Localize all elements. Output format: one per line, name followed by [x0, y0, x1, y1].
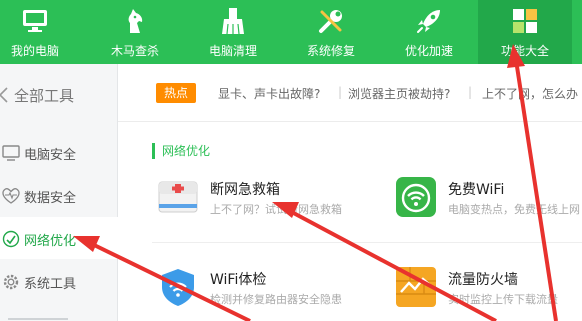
tool-description: 上不了网？试试断网急救箱 [210, 203, 342, 216]
tool-wifi-check[interactable]: WiFi体检 检测并修复路由器安全隐患 [158, 267, 378, 317]
sidebar-all-label: 全部工具 [14, 87, 75, 105]
nav-my-computer[interactable]: 我的电脑 [0, 0, 70, 64]
hot-link[interactable]: 上不了网，怎么办 [482, 85, 578, 102]
tool-name: 流量防火墙 [448, 272, 518, 288]
monitor-icon [2, 145, 20, 161]
wrench-icon [319, 10, 342, 33]
wifi-icon [396, 177, 436, 217]
hot-separator: | [468, 85, 473, 99]
hot-link[interactable]: 显卡、声卡出故障? [218, 85, 320, 102]
first-aid-kit-icon [158, 181, 198, 213]
hot-topics-bar: 热点 显卡、声卡出故障? | 浏览器主页被劫持? | 上不了网，怎么办 [118, 64, 582, 122]
hot-link[interactable]: 浏览器主页被劫持? [348, 85, 450, 102]
sidebar-item-system-tools[interactable]: 系统工具 [0, 260, 118, 302]
hot-separator: | [338, 85, 343, 99]
sidebar-all-tools[interactable]: 全部工具 [0, 80, 118, 112]
tool-description: 检测并修复路由器安全隐患 [210, 293, 342, 306]
nav-system-repair[interactable]: 系统修复 [294, 0, 368, 64]
sidebar-item-label: 电脑安全 [24, 148, 77, 163]
nav-label: 木马查杀 [110, 44, 159, 58]
nav-trojan-scan[interactable]: 木马查杀 [98, 0, 172, 64]
nav-label: 我的电脑 [10, 44, 59, 58]
hot-badge: 热点 [156, 83, 196, 103]
tool-name: WiFi体检 [210, 272, 267, 288]
sidebar-item-label: 网络优化 [24, 234, 77, 249]
sidebar: 全部工具 电脑安全 数据安全 网络优化 系统工具 [0, 64, 118, 321]
tool-network-first-aid[interactable]: 断网急救箱 上不了网？试试断网急救箱 [158, 177, 378, 227]
nav-all-features[interactable]: 功能大全 [478, 0, 572, 64]
sidebar-item-network-optimize[interactable]: 网络优化 [0, 217, 118, 259]
broom-icon [222, 8, 244, 35]
tool-description: 实时监控上传下载流量 [448, 293, 558, 306]
nav-label: 电脑清理 [208, 44, 257, 58]
rocket-icon [417, 10, 440, 33]
sidebar-item-data-security[interactable]: 数据安全 [0, 174, 118, 216]
pulse-icon [2, 188, 20, 204]
shield-wifi-icon [162, 269, 194, 306]
tool-description: 电脑变热点，免费无线上网 [448, 203, 580, 216]
top-nav-bar: 我的电脑 木马查杀 电脑清理 系统修复 优化加速 功能大全 [0, 0, 582, 64]
nav-label: 系统修复 [306, 44, 355, 58]
network-icon [2, 230, 20, 248]
sidebar-item-label: 系统工具 [24, 277, 77, 292]
gear-icon [3, 274, 19, 290]
sidebar-item-pc-security[interactable]: 电脑安全 [0, 131, 118, 173]
nav-label: 功能大全 [500, 44, 549, 58]
sidebar-item-partial [8, 312, 68, 321]
tool-name: 断网急救箱 [210, 182, 280, 198]
firewall-icon [396, 267, 436, 307]
horse-icon [128, 9, 143, 33]
section-title: 网络优化 [152, 143, 210, 159]
section-divider [152, 242, 582, 243]
tool-traffic-firewall[interactable]: 流量防火墙 实时监控上传下载流量 [396, 267, 582, 317]
tool-free-wifi[interactable]: 免费WiFi 电脑变热点，免费无线上网 [396, 177, 582, 227]
tool-name: 免费WiFi [448, 182, 505, 198]
chevron-left-icon [0, 87, 8, 103]
nav-label: 优化加速 [404, 44, 453, 58]
grid-icon [513, 9, 537, 33]
sidebar-item-label: 数据安全 [24, 191, 77, 206]
monitor-icon [23, 10, 47, 32]
nav-cleanup[interactable]: 电脑清理 [196, 0, 270, 64]
nav-speed-up[interactable]: 优化加速 [392, 0, 466, 64]
